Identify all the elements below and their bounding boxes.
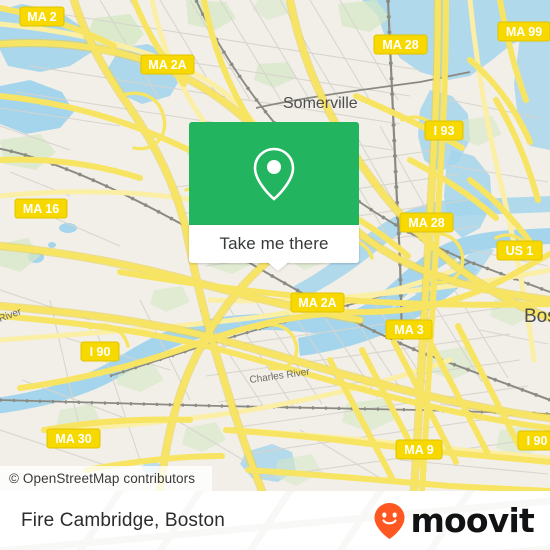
moovit-wordmark: moovit xyxy=(410,501,534,540)
route-shield: MA 2A xyxy=(290,292,345,313)
route-shield-label: US 1 xyxy=(506,244,534,258)
route-shield: US 1 xyxy=(496,240,543,261)
route-shield: MA 28 xyxy=(399,212,454,233)
route-shield: MA 99 xyxy=(497,21,550,42)
moovit-logo[interactable]: moovit xyxy=(373,491,535,550)
place-title: Fire Cambridge, Boston xyxy=(21,491,225,550)
route-shield-label: MA 16 xyxy=(23,202,59,216)
route-shield-label: MA 30 xyxy=(55,432,91,446)
route-shield: I 90 xyxy=(80,341,120,362)
route-shield-label: MA 2 xyxy=(27,10,56,24)
callout-tail xyxy=(265,260,291,271)
route-shield-label: MA 3 xyxy=(394,323,423,337)
route-shield-label: I 90 xyxy=(90,345,111,359)
place-title-text: Fire Cambridge, Boston xyxy=(21,509,225,531)
moovit-pin-smiley-icon xyxy=(374,502,405,539)
osm-attribution: © OpenStreetMap contributors xyxy=(0,466,212,491)
osm-attribution-text: © OpenStreetMap contributors xyxy=(9,471,196,486)
route-shield: MA 28 xyxy=(373,34,428,55)
take-me-there-button[interactable]: Take me there xyxy=(189,225,359,263)
route-shield: MA 9 xyxy=(395,439,443,460)
map-place-label: Bos xyxy=(524,306,550,327)
route-shield: MA 3 xyxy=(385,319,433,340)
take-me-there-callout[interactable]: Take me there xyxy=(189,122,359,263)
route-shield: MA 2A xyxy=(140,54,195,75)
route-shield-label: I 90 xyxy=(527,434,548,448)
route-shield-label: MA 28 xyxy=(382,38,418,52)
map-pin-icon xyxy=(253,147,295,201)
route-shield: MA 2 xyxy=(19,6,65,27)
route-shield-label: MA 2A xyxy=(148,58,186,72)
take-me-there-label: Take me there xyxy=(219,234,329,253)
route-shield: I 90 xyxy=(517,430,550,451)
route-shield-label: MA 9 xyxy=(404,443,433,457)
callout-marker-panel xyxy=(189,122,359,225)
route-shield-label: I 93 xyxy=(434,124,455,138)
route-shield-label: MA 28 xyxy=(408,216,444,230)
footer-bar: Fire Cambridge, Boston moovit xyxy=(0,491,550,550)
route-shield: MA 16 xyxy=(14,198,68,219)
route-shield: I 93 xyxy=(424,120,464,141)
map-place-label: Somerville xyxy=(283,95,358,112)
route-shield: MA 30 xyxy=(46,428,101,449)
route-shield-label: MA 2A xyxy=(298,296,336,310)
route-shield-label: MA 99 xyxy=(506,25,542,39)
moovit-place-card: SomervilleBosCharles RiverRiver MA 2MA 2… xyxy=(0,0,550,550)
